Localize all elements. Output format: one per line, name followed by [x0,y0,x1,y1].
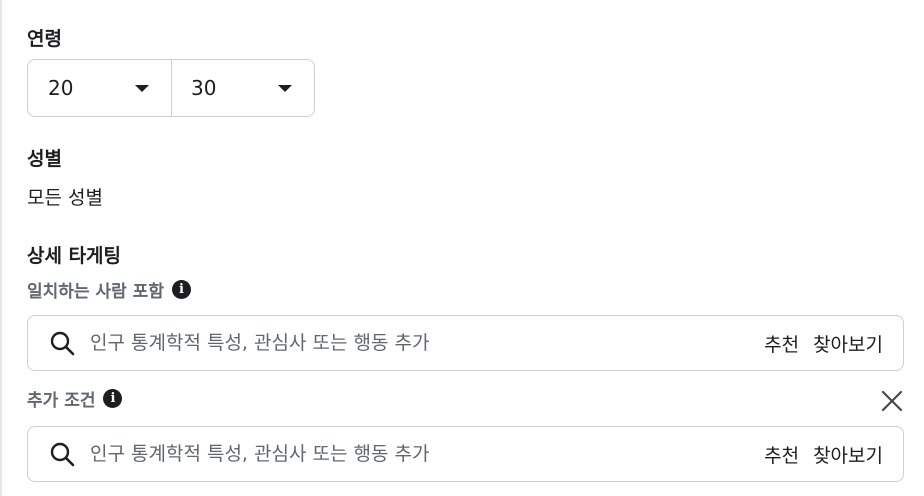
info-icon[interactable]: i [103,389,123,408]
info-icon[interactable]: i [171,280,191,299]
suggestions-button[interactable]: 추천 [764,330,799,357]
additional-targeting-input[interactable] [90,443,751,465]
search-icon [50,331,75,356]
search-icon [50,442,75,467]
age-max-value: 30 [191,76,217,100]
additional-targeting-search: 추천 찾아보기 [27,426,904,482]
include-targeting-search: 추천 찾아보기 [27,315,904,371]
detailed-targeting-title: 상세 타게팅 [27,245,122,267]
close-icon[interactable] [879,388,905,414]
additional-condition-label: 추가 조건 i [27,386,123,411]
age-min-value: 20 [48,76,74,100]
panel-left-border [0,0,2,496]
additional-condition-text: 추가 조건 [27,391,96,411]
suggestions-button[interactable]: 추천 [764,441,799,468]
include-matching-label: 일치하는 사람 포함 i [27,277,191,302]
browse-button[interactable]: 찾아보기 [813,330,883,357]
include-matching-text: 일치하는 사람 포함 [27,282,164,302]
gender-section-title: 성별 [27,148,62,170]
caret-down-icon [278,84,292,92]
age-section-title: 연령 [27,28,62,50]
caret-down-icon [135,84,149,92]
gender-value: 모든 성별 [27,187,103,209]
include-targeting-input[interactable] [90,332,751,354]
age-min-dropdown[interactable]: 20 [28,60,171,116]
browse-button[interactable]: 찾아보기 [813,441,883,468]
age-max-dropdown[interactable]: 30 [171,60,314,116]
age-range-selector: 20 30 [27,59,315,117]
